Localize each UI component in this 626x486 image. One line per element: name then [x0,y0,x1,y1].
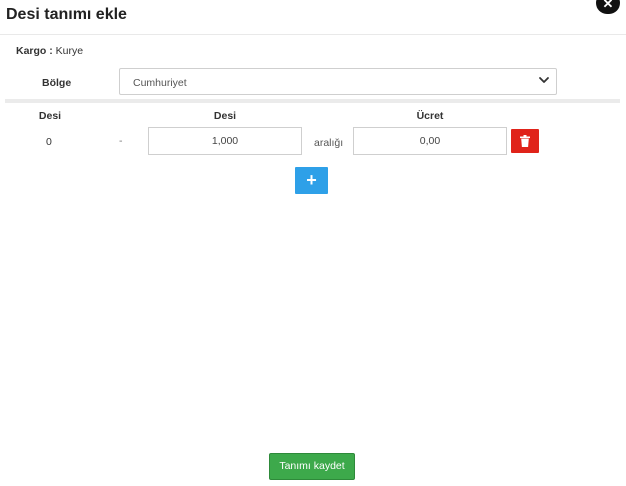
desi-definition-modal: Desi tanımı ekle ✕ Kargo : Kurye Bölge C… [0,0,626,486]
desi-start-value: 0 [46,136,52,148]
plus-icon: + [306,170,317,190]
column-header-desi-end: Desi [213,110,237,122]
region-select[interactable]: Cumhuriyet [119,68,557,95]
chevron-down-icon [539,77,549,83]
trash-icon [520,135,530,147]
modal-title: Desi tanımı ekle [6,6,127,23]
close-icon: ✕ [602,0,614,11]
region-label: Bölge [42,77,72,89]
desi-end-input[interactable] [148,127,302,155]
column-header-desi-start: Desi [38,110,62,122]
add-row-button[interactable]: + [295,167,328,194]
close-button[interactable]: ✕ [596,0,620,14]
delete-row-button[interactable] [511,129,539,153]
range-label: aralığı [314,137,344,149]
range-separator: - [119,135,123,147]
cargo-label: Kargo : [16,45,53,57]
modal-header: Desi tanımı ekle ✕ [0,0,626,35]
section-divider [5,99,620,103]
cargo-value: Kurye [55,45,84,57]
column-header-price: Ücret [416,110,444,122]
price-input[interactable] [353,127,507,155]
region-selected-value: Cumhuriyet [133,77,187,89]
save-definition-button[interactable]: Tanımı kaydet [269,453,355,480]
cargo-info: Kargo : Kurye [16,45,83,57]
